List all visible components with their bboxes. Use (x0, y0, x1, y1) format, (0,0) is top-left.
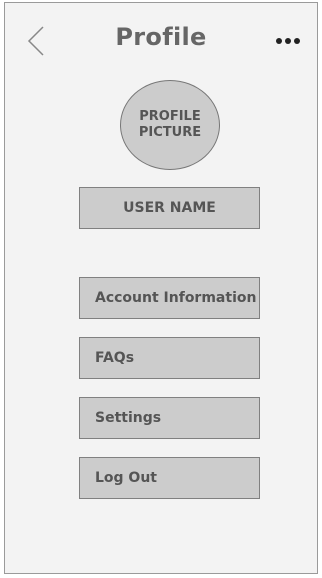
menu-item-label: Settings (95, 410, 162, 426)
menu-item-label: Account Information (95, 290, 257, 306)
menu-item-log-out[interactable]: Log Out (79, 457, 260, 499)
menu-item-label: FAQs (95, 350, 135, 366)
more-horizontal-icon[interactable] (275, 36, 301, 46)
menu-item-account-information[interactable]: Account Information (79, 277, 260, 319)
phone-screen: Profile PROFILE PICTURE USER NAME Accoun… (4, 2, 318, 574)
page-title: Profile (115, 23, 207, 51)
menu-item-faqs[interactable]: FAQs (79, 337, 260, 379)
menu-item-label: Log Out (95, 470, 157, 486)
profile-picture-label: PROFILE PICTURE (138, 109, 202, 140)
user-name-field: USER NAME (79, 187, 260, 229)
user-name-label: USER NAME (123, 200, 216, 216)
menu-item-settings[interactable]: Settings (79, 397, 260, 439)
profile-picture[interactable]: PROFILE PICTURE (120, 80, 220, 170)
